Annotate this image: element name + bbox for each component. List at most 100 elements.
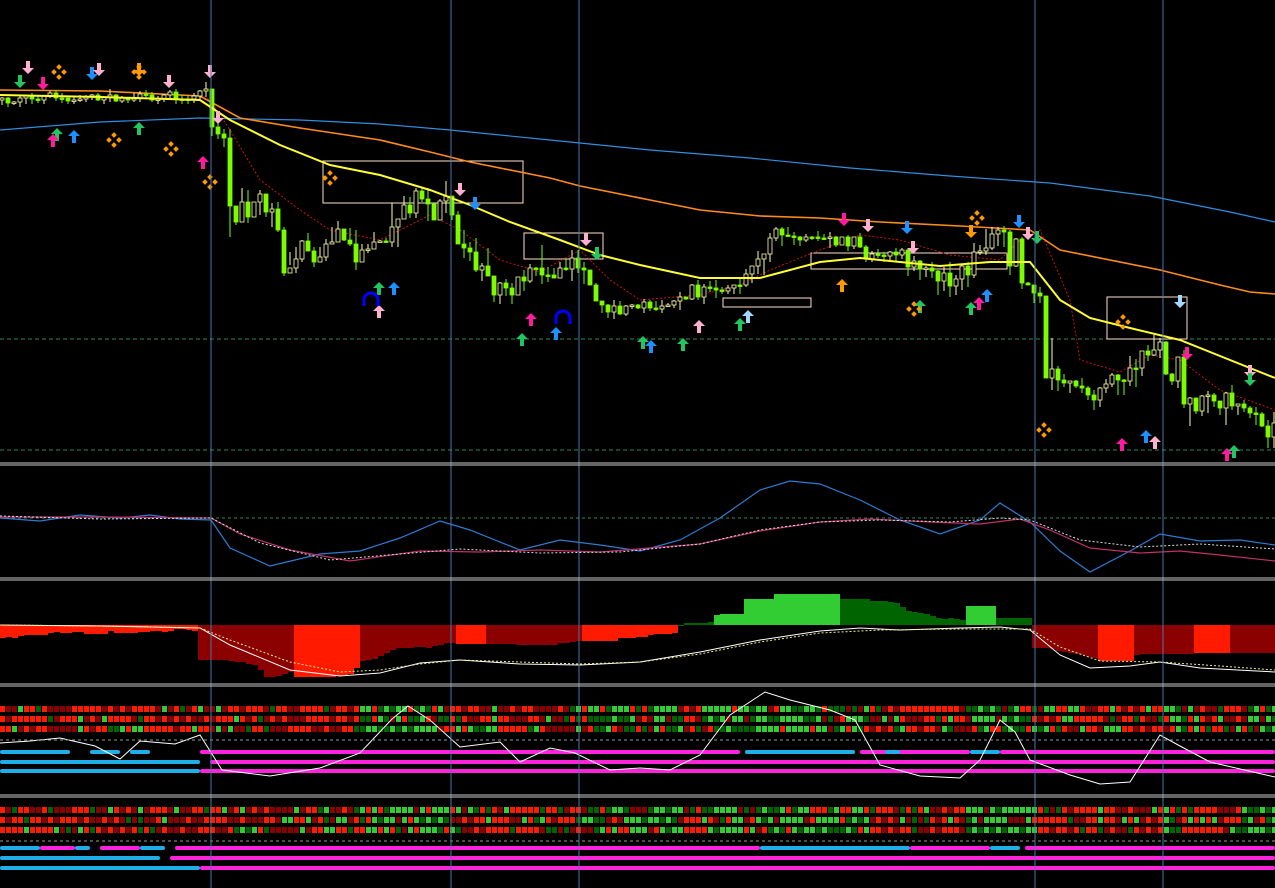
candle-body [935, 270, 941, 282]
histogram-bar [654, 625, 660, 634]
histogram-bar [900, 607, 906, 625]
matrix-cell [708, 827, 713, 833]
matrix-cell [1122, 817, 1127, 823]
histogram-bar [1104, 625, 1110, 661]
histogram-bar [774, 594, 780, 625]
matrix-cell [1248, 706, 1253, 712]
candle-body [851, 236, 857, 247]
matrix-cell [912, 706, 917, 712]
matrix-cell [870, 726, 875, 732]
matrix-cell [312, 726, 317, 732]
matrix-cell [858, 807, 863, 813]
matrix-cell [414, 726, 419, 732]
matrix-cell [780, 706, 785, 712]
histogram-bar [234, 625, 240, 662]
matrix-cell [228, 807, 233, 813]
matrix-cell [162, 716, 167, 722]
matrix-cell [1260, 807, 1265, 813]
matrix-cell [438, 716, 443, 722]
matrix-cell [1194, 817, 1199, 823]
matrix-cell [1056, 726, 1061, 732]
matrix-cell [780, 827, 785, 833]
matrix-cell [246, 716, 251, 722]
histogram-bar [1140, 625, 1146, 654]
matrix-cell [1026, 827, 1031, 833]
matrix-cell [516, 827, 521, 833]
matrix-cell [714, 827, 719, 833]
matrix-cell [348, 726, 353, 732]
candle-body [251, 201, 257, 218]
matrix-cell [954, 716, 959, 722]
matrix-cell [1194, 807, 1199, 813]
matrix-cell [1212, 726, 1217, 732]
candle-body [1133, 367, 1139, 370]
histogram-bar [948, 618, 954, 625]
matrix-cell [48, 807, 53, 813]
matrix-cell [1128, 807, 1133, 813]
matrix-cell [990, 716, 995, 722]
matrix-cell [1014, 706, 1019, 712]
matrix-cell [822, 827, 827, 833]
matrix-cell [84, 817, 89, 823]
histogram-bar [756, 599, 762, 625]
matrix-cell [1182, 817, 1187, 823]
histogram-bar [366, 625, 372, 660]
matrix-cell [978, 827, 983, 833]
matrix-cell [348, 817, 353, 823]
candle-body [497, 282, 503, 296]
matrix-cell [1110, 716, 1115, 722]
matrix-cell [312, 706, 317, 712]
matrix-cell [288, 827, 293, 833]
matrix-cell [624, 716, 629, 722]
matrix-cell [1188, 807, 1193, 813]
histogram-bar [696, 623, 702, 625]
matrix-cell [426, 726, 431, 732]
histogram-bar [714, 615, 720, 625]
matrix-cell [522, 726, 527, 732]
candle-body [641, 301, 647, 309]
matrix-cell [600, 827, 605, 833]
matrix-cell [972, 706, 977, 712]
matrix-cell [528, 827, 533, 833]
matrix-cell [366, 817, 371, 823]
matrix-cell [624, 807, 629, 813]
candle-body [683, 296, 689, 300]
matrix-cell [372, 817, 377, 823]
matrix-cell [648, 706, 653, 712]
matrix-cell [534, 706, 539, 712]
matrix-cell [936, 726, 941, 732]
matrix-cell [906, 706, 911, 712]
matrix-cell [324, 706, 329, 712]
matrix-cell [672, 817, 677, 823]
matrix-cell [786, 716, 791, 722]
matrix-cell [666, 706, 671, 712]
matrix-cell [996, 807, 1001, 813]
matrix-cell [390, 706, 395, 712]
matrix-cell [228, 827, 233, 833]
matrix-cell [1218, 726, 1223, 732]
cyan-bar [990, 846, 1020, 850]
matrix-cell [246, 706, 251, 712]
matrix-cell [120, 706, 125, 712]
matrix-cell [780, 817, 785, 823]
matrix-cell [1056, 827, 1061, 833]
matrix-cell [594, 706, 599, 712]
matrix-cell [18, 706, 23, 712]
matrix-cell [1128, 706, 1133, 712]
matrix-cell [1212, 807, 1217, 813]
matrix-cell [582, 706, 587, 712]
matrix-cell [66, 817, 71, 823]
matrix-cell [528, 706, 533, 712]
cyan-bar [0, 750, 70, 754]
candle-body [731, 284, 737, 289]
matrix-cell [984, 726, 989, 732]
matrix-cell [1080, 706, 1085, 712]
histogram-bar [516, 625, 522, 645]
matrix-cell [582, 716, 587, 722]
matrix-cell [468, 827, 473, 833]
matrix-cell [198, 726, 203, 732]
matrix-cell [462, 726, 467, 732]
matrix-cell [726, 817, 731, 823]
matrix-cell [534, 716, 539, 722]
matrix-cell [522, 827, 527, 833]
